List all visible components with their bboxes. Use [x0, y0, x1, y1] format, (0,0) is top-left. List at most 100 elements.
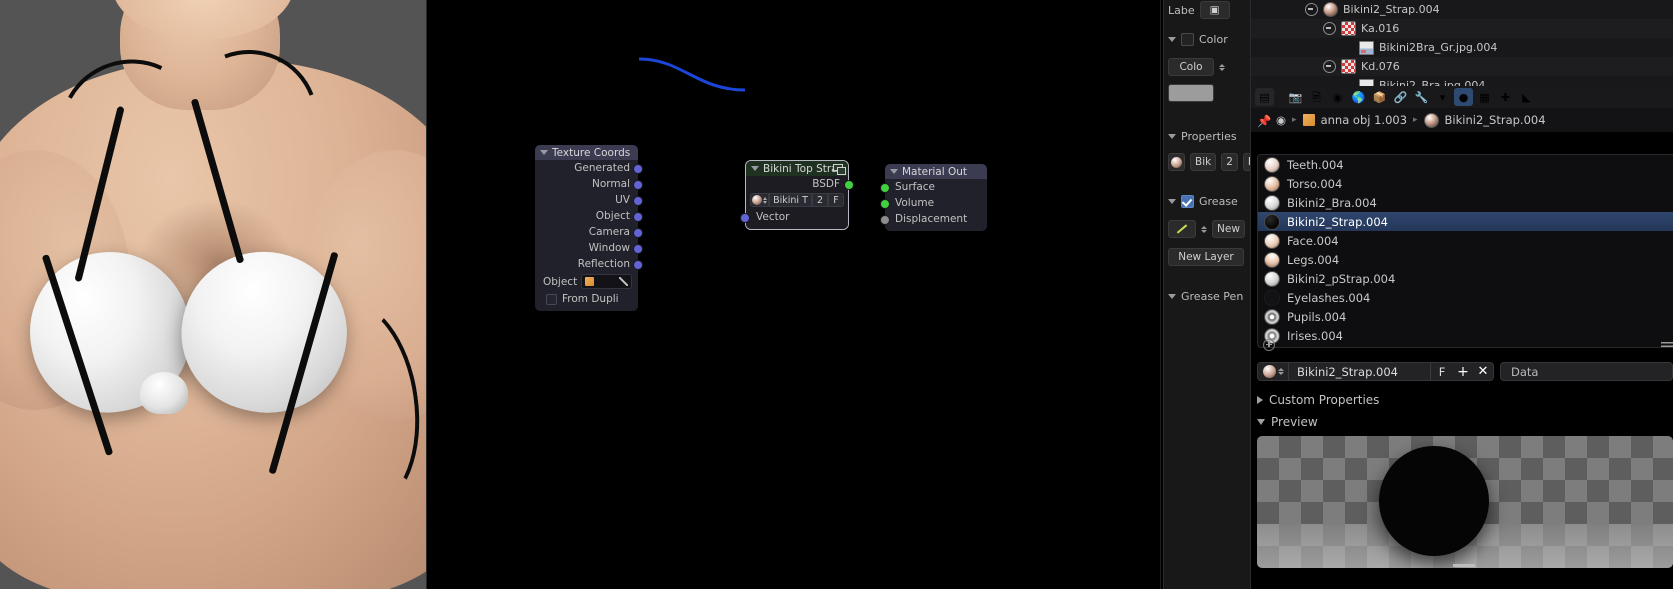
color-field[interactable]: Colo [1168, 58, 1214, 76]
outliner-editor[interactable]: Bikini2_Strap.004 Ka.016 Bikini2Bra_Gr.j… [1251, 0, 1673, 87]
material-browse-icon[interactable] [1258, 363, 1289, 380]
new-material-button[interactable]: + [1453, 363, 1473, 380]
render-icon[interactable]: 📷 [1286, 88, 1305, 106]
spinner-arrows-icon[interactable] [1201, 225, 1207, 233]
socket-dot[interactable] [633, 260, 643, 270]
socket-dot[interactable] [844, 180, 854, 190]
pin-icon[interactable]: 📌 [1257, 114, 1271, 128]
chevron-right-icon[interactable] [1257, 396, 1263, 404]
eyedropper-icon[interactable] [618, 277, 628, 286]
collapse-triangle-icon[interactable] [751, 166, 759, 171]
collapse-icon[interactable] [1323, 22, 1336, 35]
socket-displacement[interactable]: Displacement [880, 211, 987, 227]
grease-pencil-section-header[interactable]: Grease Pen [1164, 287, 1254, 306]
chevron-down-icon[interactable] [1257, 419, 1265, 425]
editor-divider[interactable] [1160, 0, 1161, 589]
socket-vector[interactable]: Vector [740, 209, 848, 225]
new-button[interactable]: New [1212, 220, 1245, 238]
collapse-triangle-icon[interactable] [1168, 134, 1176, 139]
image-browse-button[interactable] [750, 193, 769, 207]
list-item-selected[interactable]: Bikini2_Strap.004 [1258, 212, 1673, 231]
socket-surface[interactable]: Surface [880, 179, 987, 195]
socket-dot[interactable] [633, 164, 643, 174]
socket-camera[interactable]: Camera [535, 224, 643, 240]
collapse-icon[interactable] [1323, 60, 1336, 73]
material-preview[interactable] [1257, 436, 1673, 568]
list-item[interactable]: Torso.004 [1258, 174, 1673, 193]
node-texture-coordinate[interactable]: Texture Coords Generated Normal UV Objec… [535, 145, 643, 311]
modifiers-icon[interactable]: 🔧 [1412, 88, 1431, 106]
breadcrumb[interactable]: 📌 ◉ ▸ anna obj 1.003 ▸ Bikini2_Strap.004 [1251, 108, 1673, 132]
from-dupli-checkbox[interactable] [546, 293, 557, 305]
grease-tool-row[interactable]: New [1164, 217, 1254, 241]
material-datablock-field[interactable]: Bikini2_Strap.004 F + ✕ [1257, 362, 1494, 381]
color-field-row[interactable]: Colo [1164, 55, 1254, 79]
collapse-triangle-icon[interactable] [540, 150, 548, 155]
socket-dot[interactable] [633, 244, 643, 254]
socket-dot[interactable] [740, 213, 750, 223]
physics-icon[interactable]: ✚ [1496, 88, 1515, 106]
new-layer-button[interactable]: New Layer [1168, 248, 1244, 266]
object-field[interactable] [581, 274, 632, 289]
new-layer-row[interactable]: New Layer [1164, 245, 1254, 269]
socket-dot[interactable] [880, 183, 890, 193]
node-header[interactable]: Texture Coords [535, 145, 638, 160]
spinner-arrows-icon[interactable] [1219, 63, 1225, 71]
color-swatch-row[interactable] [1164, 81, 1254, 105]
socket-volume[interactable]: Volume [880, 195, 987, 211]
material-name-row[interactable]: Bikini2_Strap.004 F + ✕ Data [1257, 362, 1673, 381]
color-swatch[interactable] [1168, 84, 1214, 102]
editor-divider[interactable] [1250, 0, 1251, 589]
material-name-field[interactable]: Bik [1190, 153, 1217, 171]
collapse-triangle-icon[interactable] [1168, 294, 1176, 299]
image-name[interactable]: Bikini T [769, 193, 812, 207]
spinner-arrows-icon[interactable] [1277, 368, 1284, 375]
object-data-icon[interactable]: ◣ [1517, 88, 1536, 106]
socket-dot[interactable] [880, 199, 890, 209]
outliner-row[interactable]: Bikini2_Strap.004 [1251, 0, 1673, 19]
label-icon-button[interactable]: ▣ [1199, 1, 1230, 19]
properties-tab-bar[interactable]: ▤ 📷 🖻 ◉ 🌎 📦 🔗 🔧 ▾ ● ▦ ✚ ◣ [1251, 86, 1673, 109]
properties-section-header[interactable]: Properties [1164, 127, 1254, 146]
custom-properties-panel-header[interactable]: Custom Properties [1257, 390, 1673, 410]
object-icon[interactable]: 📦 [1370, 88, 1389, 106]
preview-panel-header[interactable]: Preview [1257, 412, 1673, 432]
list-item[interactable]: Eyelashes.004 [1258, 288, 1673, 307]
editor-type-icon[interactable]: ▤ [1255, 88, 1274, 106]
node-header[interactable]: Material Out [885, 164, 987, 179]
outliner-row[interactable]: Bikini2Bra_Gr.jpg.004 [1251, 38, 1673, 57]
collapse-triangle-icon[interactable] [890, 169, 898, 174]
list-item[interactable]: Bikini2_Bra.004 [1258, 193, 1673, 212]
material-slot-list[interactable]: Teeth.004 Torso.004 Bikini2_Bra.004 Biki… [1257, 154, 1673, 348]
node-header[interactable]: Bikini Top Strap ... [746, 161, 848, 176]
pencil-icon[interactable] [1168, 220, 1196, 238]
material-datablock-row[interactable]: Bik 2 F [1164, 150, 1254, 174]
breadcrumb-material[interactable]: Bikini2_Strap.004 [1445, 113, 1546, 127]
texture-icon[interactable]: ▦ [1475, 88, 1494, 106]
editor-divider[interactable] [426, 0, 427, 589]
output-icon[interactable]: 🖻 [1307, 88, 1326, 106]
socket-generated[interactable]: Generated [535, 160, 643, 176]
material-users-count[interactable]: 2 [1221, 153, 1238, 171]
list-item[interactable]: Teeth.004 [1258, 155, 1673, 174]
material-icon[interactable]: ● [1454, 88, 1473, 106]
socket-dot[interactable] [633, 212, 643, 222]
image-editor-icon[interactable] [833, 163, 846, 175]
image-datablock-field[interactable]: Bikini T 2 F [750, 193, 844, 207]
add-slot-icon[interactable] [1263, 338, 1275, 351]
breadcrumb-object[interactable]: anna obj 1.003 [1321, 113, 1407, 127]
scene-icon[interactable]: 🌎 [1349, 88, 1368, 106]
collapse-icon[interactable] [1305, 3, 1318, 16]
image-user-count[interactable]: 2 [812, 193, 828, 207]
list-item[interactable]: Pupils.004 [1258, 307, 1673, 326]
material-browse-icon[interactable] [1168, 153, 1185, 171]
data-button[interactable]: Data [1500, 362, 1673, 381]
list-item[interactable]: Legs.004 [1258, 250, 1673, 269]
socket-dot[interactable] [880, 215, 890, 225]
material-slot-list-footer[interactable] [1257, 338, 1673, 351]
socket-reflection[interactable]: Reflection [535, 256, 643, 272]
resize-grip-icon[interactable] [1661, 342, 1673, 347]
from-dupli-row[interactable]: From Dupli [535, 290, 638, 307]
material-name-value[interactable]: Bikini2_Strap.004 [1289, 363, 1430, 380]
grease-checkbox[interactable] [1181, 195, 1194, 208]
